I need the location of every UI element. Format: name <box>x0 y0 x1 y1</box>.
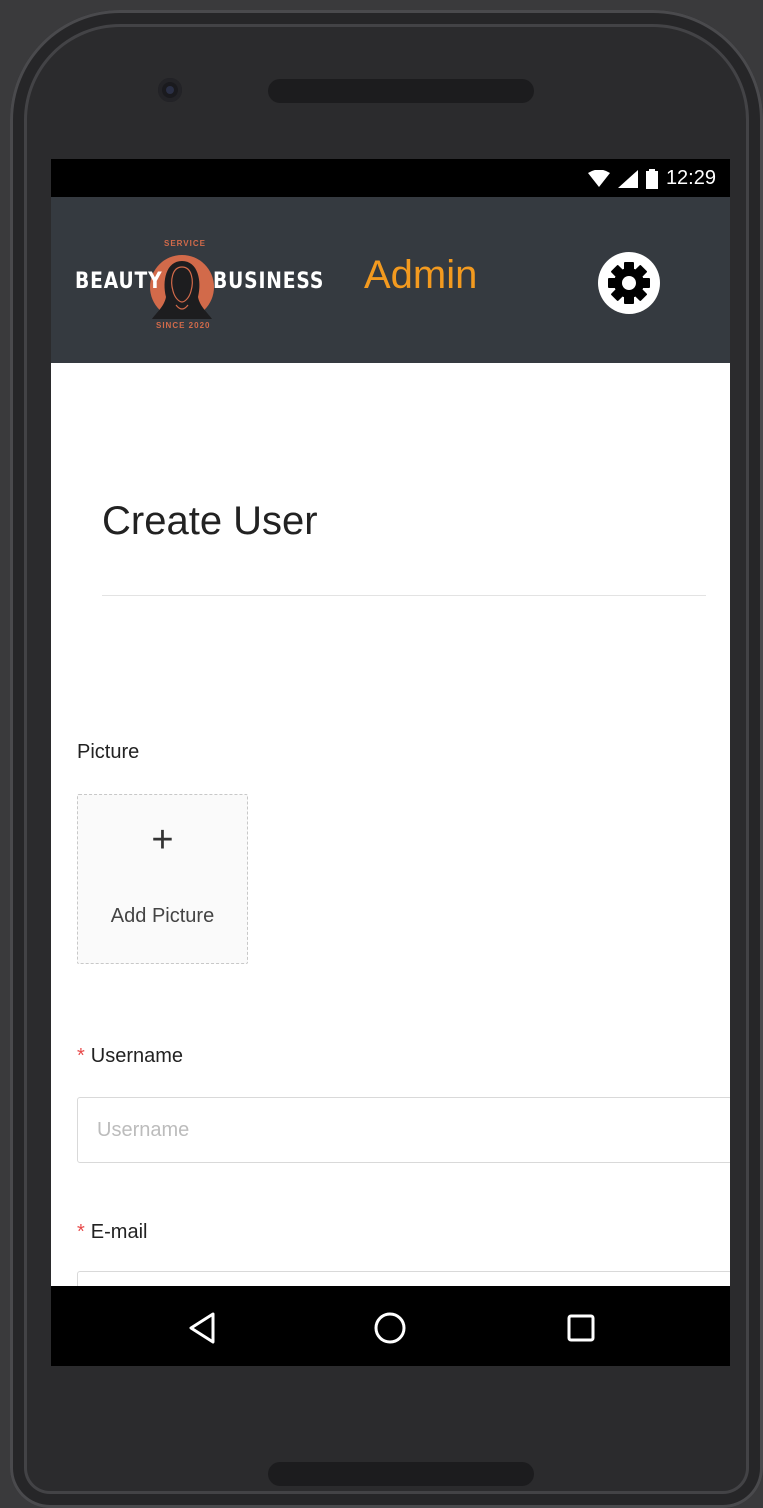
title-divider <box>102 595 706 596</box>
status-time: 12:29 <box>665 167 716 189</box>
picture-label: Picture <box>77 741 140 763</box>
username-label-text: Username <box>90 1045 184 1067</box>
status-bar: 12:29 <box>51 159 730 197</box>
status-icons: 12:29 <box>587 167 716 190</box>
username-label: * Username <box>77 1045 183 1068</box>
battery-icon <box>645 168 658 189</box>
header-title: Admin <box>364 253 478 297</box>
home-icon <box>374 1312 406 1344</box>
email-label: * E-mail <box>77 1221 147 1244</box>
email-label-text: E-mail <box>90 1221 148 1243</box>
logo-tagline-bottom: SINCE 2020 <box>156 321 211 330</box>
required-marker: * <box>77 1221 85 1243</box>
logo-word-business: BUSINESS <box>213 269 325 294</box>
back-icon <box>189 1312 215 1344</box>
signal-icon <box>617 169 638 188</box>
required-marker: * <box>77 1045 85 1067</box>
recents-icon <box>567 1314 595 1342</box>
add-picture-label: Add Picture <box>110 905 215 927</box>
back-button[interactable] <box>181 1306 225 1350</box>
recents-button[interactable] <box>559 1306 603 1350</box>
wifi-icon <box>587 169 610 187</box>
bottom-speaker <box>268 1462 534 1486</box>
brand-logo[interactable]: SERVICE BEAUTY BUSINESS SINCE 2020 <box>75 237 325 337</box>
earpiece-speaker <box>268 79 534 103</box>
logo-tagline-top: SERVICE <box>164 239 206 248</box>
gear-icon <box>598 252 660 314</box>
main-content: Create User Picture + Add Picture * Usern… <box>51 363 730 1337</box>
plus-icon: + <box>151 819 174 861</box>
device-screen: 12:29 SERVICE BEAUTY BUSINESS SINCE 2020… <box>51 159 730 1366</box>
android-nav-bar <box>51 1286 730 1366</box>
logo-word-beauty: BEAUTY <box>75 269 163 294</box>
front-camera <box>158 78 182 102</box>
username-input[interactable] <box>77 1097 730 1163</box>
home-button[interactable] <box>368 1306 412 1350</box>
page-title: Create User <box>102 499 318 543</box>
settings-button[interactable] <box>597 251 661 315</box>
add-picture-button[interactable]: + Add Picture <box>77 794 248 964</box>
app-header: SERVICE BEAUTY BUSINESS SINCE 2020 Admin <box>51 197 730 363</box>
